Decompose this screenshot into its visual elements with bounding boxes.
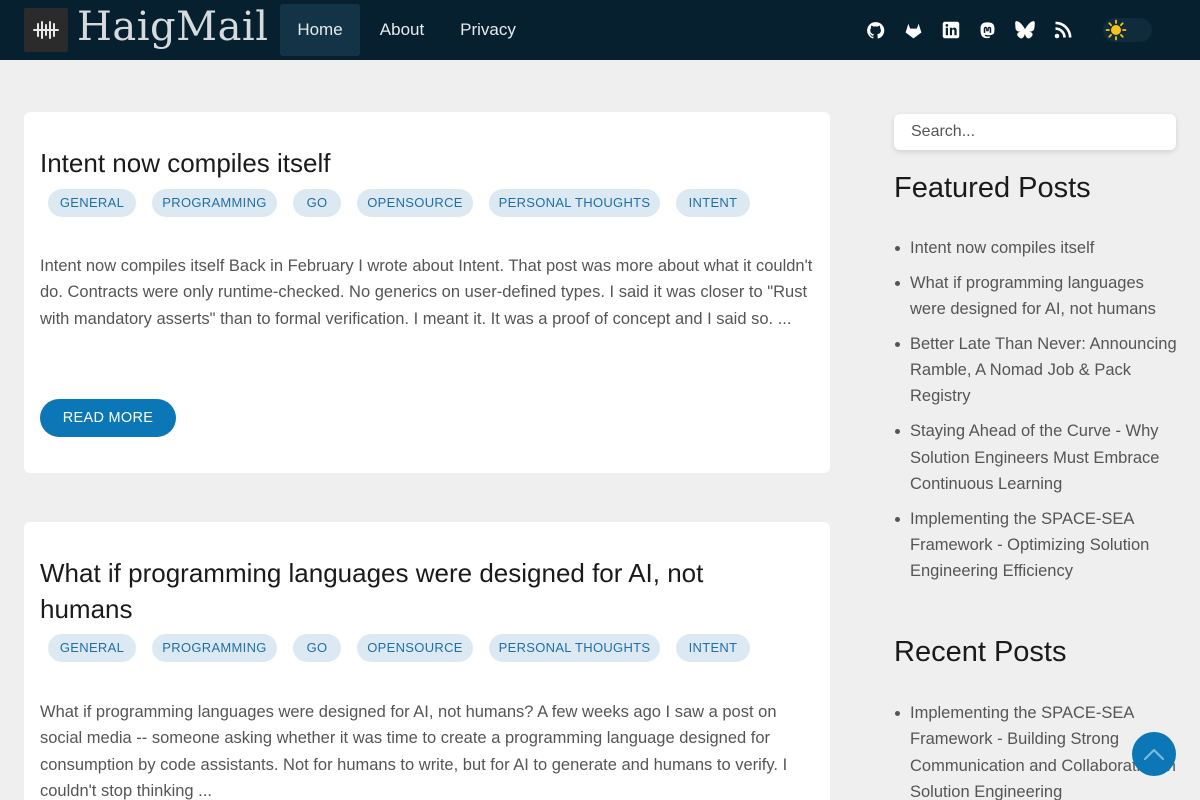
chevron-up-icon: [1143, 748, 1165, 761]
site-logo[interactable]: [24, 8, 68, 52]
nav-about[interactable]: About: [366, 4, 438, 56]
post-card: What if programming languages were desig…: [24, 522, 830, 800]
featured-post-link[interactable]: Staying Ahead of the Curve - Why Solutio…: [894, 418, 1184, 497]
featured-post-link[interactable]: Better Late Than Never: Announcing Rambl…: [894, 331, 1184, 410]
post-excerpt: Intent now compiles itself Back in Febru…: [40, 257, 813, 328]
tag[interactable]: INTENT: [676, 634, 750, 662]
gitlab-icon[interactable]: [903, 20, 923, 40]
tag[interactable]: PERSONAL THOUGHTS: [489, 189, 660, 217]
tag[interactable]: OPENSOURCE: [357, 634, 473, 662]
github-icon[interactable]: [865, 20, 885, 40]
tag[interactable]: INTENT: [676, 189, 750, 217]
read-more-button[interactable]: READ MORE: [40, 399, 176, 437]
tag[interactable]: GO: [293, 634, 341, 662]
site-header: HaigMail Home About Privacy: [0, 0, 1200, 60]
search-input[interactable]: [894, 114, 1176, 150]
theme-toggle[interactable]: [1103, 18, 1152, 42]
tag[interactable]: GENERAL: [48, 189, 136, 217]
post-excerpt: What if programming languages were desig…: [40, 703, 788, 800]
featured-post-link[interactable]: What if programming languages were desig…: [894, 270, 1184, 323]
featured-posts-list: Intent now compiles itself What if progr…: [894, 235, 1184, 593]
tag[interactable]: GO: [293, 189, 341, 217]
recent-posts-heading: Recent Posts: [894, 636, 1067, 668]
tag[interactable]: OPENSOURCE: [357, 189, 473, 217]
bluesky-icon[interactable]: [1015, 20, 1035, 40]
logo-icon: [33, 21, 59, 39]
featured-post-link[interactable]: Implementing the SPACE-SEA Framework - O…: [894, 506, 1184, 585]
sun-icon: [1105, 19, 1127, 41]
linkedin-icon[interactable]: [941, 20, 961, 40]
rss-icon[interactable]: [1053, 20, 1073, 40]
featured-post-link[interactable]: Intent now compiles itself: [894, 235, 1184, 261]
post-card: Intent now compiles itself GENERAL PROGR…: [24, 112, 830, 473]
tag[interactable]: PROGRAMMING: [152, 189, 277, 217]
mastodon-icon[interactable]: [977, 20, 997, 40]
tag[interactable]: PERSONAL THOUGHTS: [489, 634, 660, 662]
post-title[interactable]: Intent now compiles itself: [40, 145, 800, 181]
featured-posts-heading: Featured Posts: [894, 172, 1091, 204]
scroll-to-top-button[interactable]: [1132, 732, 1176, 776]
nav-privacy[interactable]: Privacy: [450, 4, 526, 56]
tag[interactable]: PROGRAMMING: [152, 634, 277, 662]
nav-home[interactable]: Home: [280, 4, 360, 56]
post-title[interactable]: What if programming languages were desig…: [40, 555, 800, 627]
brand-name[interactable]: HaigMail: [77, 3, 269, 51]
tag[interactable]: GENERAL: [48, 634, 136, 662]
